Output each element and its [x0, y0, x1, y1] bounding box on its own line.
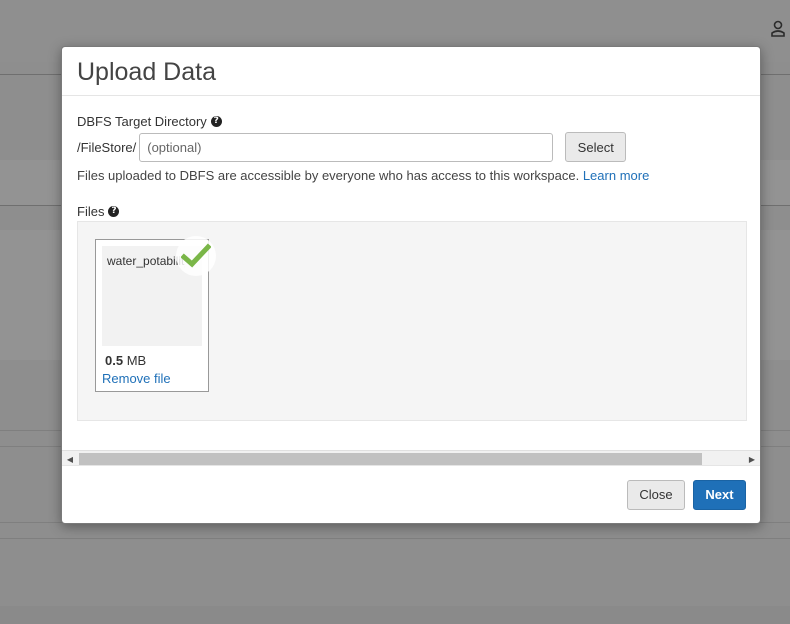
- checkmark-icon: [181, 243, 211, 268]
- upload-data-dialog: Upload Data DBFS Target Directory ? /Fil…: [61, 46, 761, 524]
- bg-footer: [0, 606, 790, 624]
- file-name: water_potability.csv: [107, 254, 185, 268]
- dialog-title: Upload Data: [77, 58, 216, 86]
- dialog-body: DBFS Target Directory ? /FileStore/ Sele…: [62, 96, 760, 466]
- bg-divider: [0, 538, 790, 539]
- upload-success-badge: [176, 236, 216, 276]
- help-icon[interactable]: ?: [210, 115, 222, 127]
- file-size-unit: MB: [126, 353, 147, 368]
- close-button[interactable]: Close: [627, 479, 685, 510]
- file-card: water_potability.csv 0.5 MB Remove file: [95, 236, 216, 392]
- horizontal-scrollbar[interactable]: ◀ ▶: [62, 450, 760, 466]
- target-directory-label: DBFS Target Directory: [77, 113, 207, 129]
- files-label-row: Files ?: [77, 203, 745, 219]
- target-directory-row: /FileStore/ Select: [77, 131, 745, 163]
- target-directory-input[interactable]: [139, 132, 554, 162]
- user-icon[interactable]: [770, 20, 786, 38]
- select-button[interactable]: Select: [565, 132, 627, 162]
- help-icon[interactable]: ?: [108, 205, 120, 217]
- files-label: Files: [77, 203, 105, 219]
- dialog-footer: Close Next: [62, 465, 760, 523]
- file-dropzone[interactable]: water_potability.csv 0.5 MB Remove file: [77, 221, 747, 421]
- next-button[interactable]: Next: [693, 479, 746, 510]
- access-hint-text: Files uploaded to DBFS are accessible by…: [77, 168, 580, 183]
- directory-prefix: /FileStore/: [77, 139, 137, 155]
- file-size: 0.5 MB: [105, 353, 146, 368]
- access-hint: Files uploaded to DBFS are accessible by…: [77, 168, 745, 183]
- target-directory-label-row: DBFS Target Directory ?: [77, 113, 745, 129]
- dialog-header: Upload Data: [62, 47, 760, 96]
- learn-more-link[interactable]: Learn more: [583, 168, 649, 183]
- file-size-value: 0.5: [105, 353, 124, 368]
- remove-file-link[interactable]: Remove file: [102, 371, 171, 386]
- scrollbar-thumb[interactable]: [79, 453, 702, 465]
